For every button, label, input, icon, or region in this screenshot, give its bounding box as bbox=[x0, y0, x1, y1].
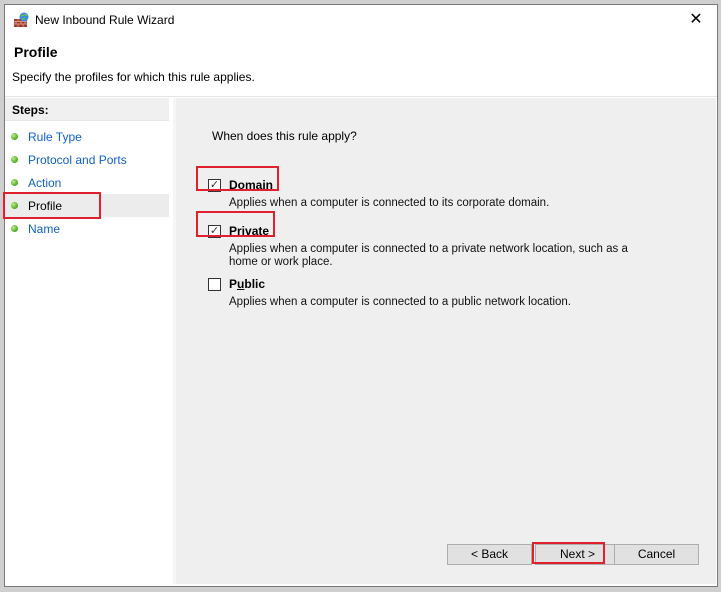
firewall-icon bbox=[14, 12, 29, 27]
public-label[interactable]: Public bbox=[229, 277, 265, 291]
cancel-button[interactable]: Cancel bbox=[614, 544, 699, 565]
content-panel: When does this rule apply? ✓ Domain Appl… bbox=[173, 98, 716, 584]
step-label: Profile bbox=[28, 199, 63, 213]
step-profile[interactable]: Profile bbox=[5, 194, 169, 217]
step-label[interactable]: Name bbox=[28, 222, 60, 236]
private-label[interactable]: Private bbox=[229, 224, 269, 238]
page-subtitle: Specify the profiles for which this rule… bbox=[12, 70, 255, 84]
step-rule-type[interactable]: Rule Type bbox=[5, 125, 169, 148]
private-checkbox[interactable]: ✓ bbox=[208, 225, 221, 238]
private-description: Applies when a computer is connected to … bbox=[229, 243, 628, 268]
domain-label[interactable]: Domain bbox=[229, 178, 273, 192]
wizard-header: Profile Specify the profiles for which t… bbox=[5, 35, 717, 95]
step-pending-icon bbox=[11, 225, 18, 232]
domain-description: Applies when a computer is connected to … bbox=[229, 197, 550, 209]
wizard-window: New Inbound Rule Wizard ✕ Profile Specif… bbox=[4, 4, 718, 587]
steps-panel: Steps: Rule Type Protocol and Ports Acti… bbox=[5, 98, 171, 584]
steps-heading-label: Steps: bbox=[12, 103, 49, 117]
steps-heading: Steps: bbox=[5, 98, 169, 121]
step-label[interactable]: Rule Type bbox=[28, 130, 82, 144]
close-icon: ✕ bbox=[689, 11, 703, 28]
step-label[interactable]: Protocol and Ports bbox=[28, 153, 127, 167]
step-label[interactable]: Action bbox=[28, 176, 61, 190]
public-checkbox[interactable] bbox=[208, 278, 221, 291]
step-complete-icon bbox=[11, 133, 18, 140]
step-complete-icon bbox=[11, 156, 18, 163]
header-divider bbox=[5, 96, 717, 97]
domain-checkbox[interactable]: ✓ bbox=[208, 179, 221, 192]
question-text: When does this rule apply? bbox=[212, 129, 357, 143]
title-bar: New Inbound Rule Wizard ✕ bbox=[5, 5, 717, 35]
page-title: Profile bbox=[14, 44, 58, 60]
back-button[interactable]: < Back bbox=[447, 544, 532, 565]
next-button[interactable]: Next > bbox=[535, 544, 620, 565]
step-current-icon bbox=[11, 202, 18, 209]
step-complete-icon bbox=[11, 179, 18, 186]
step-protocol-and-ports[interactable]: Protocol and Ports bbox=[5, 148, 169, 171]
close-button[interactable]: ✕ bbox=[683, 9, 709, 31]
step-action[interactable]: Action bbox=[5, 171, 169, 194]
public-description: Applies when a computer is connected to … bbox=[229, 296, 572, 308]
window-title: New Inbound Rule Wizard bbox=[35, 13, 175, 27]
step-name[interactable]: Name bbox=[5, 217, 169, 240]
